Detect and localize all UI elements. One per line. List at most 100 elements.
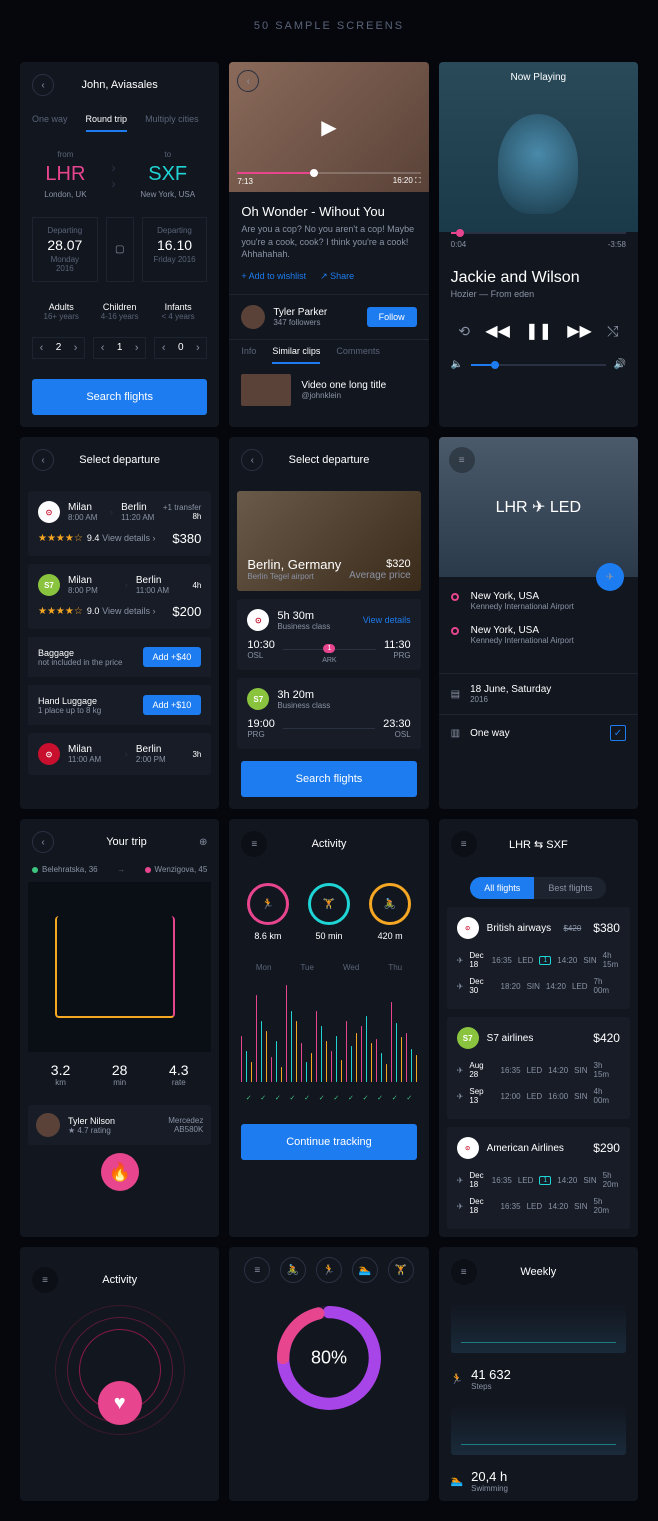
map[interactable] — [28, 882, 211, 1052]
decrement-button[interactable]: ‹ — [33, 338, 50, 358]
wishlist-button[interactable]: + Add to wishlist — [241, 271, 306, 282]
tab-similar[interactable]: Similar clips — [272, 340, 320, 364]
activity-chart — [229, 980, 428, 1090]
repeat-icon[interactable]: ⟲ — [458, 323, 470, 340]
pause-icon[interactable]: ❚❚ — [525, 321, 552, 341]
clip-item[interactable]: Video one long title @johnklein — [229, 364, 428, 416]
destination-address[interactable]: Wenzigova, 45 — [145, 865, 208, 874]
gym-ring[interactable]: 🏋50 min — [308, 883, 350, 941]
share-button[interactable]: ↗ Share — [320, 271, 354, 282]
menu-button[interactable]: ≡ — [244, 1257, 270, 1283]
back-button[interactable]: ‹ — [32, 449, 54, 471]
increment-button[interactable]: › — [128, 338, 145, 358]
author-name: Tyler Parker — [273, 307, 358, 318]
to-column[interactable]: to SXF New York, USA — [140, 150, 195, 199]
trip-type-option[interactable]: ▥ One way ✓ — [439, 714, 638, 751]
tab-roundtrip[interactable]: Round trip — [86, 108, 128, 132]
flight-item[interactable]: ⊙ Milan8:00 AM › Berlin11:20 AM +1 trans… — [28, 491, 211, 556]
run-icon[interactable]: 🏃 — [316, 1257, 342, 1283]
pill-all-flights[interactable]: All flights — [470, 877, 534, 899]
back-button[interactable]: ‹ — [32, 831, 54, 853]
gym-icon[interactable]: 🏋 — [388, 1257, 414, 1283]
continue-tracking-button[interactable]: Continue tracking — [241, 1124, 416, 1160]
tab-comments[interactable]: Comments — [336, 340, 380, 364]
plane-icon: ✈ — [457, 982, 464, 991]
prev-icon[interactable]: ◀◀ — [485, 321, 510, 341]
now-playing-card: Now Playing 0:04 -3:58 Jackie and Wilson… — [439, 62, 638, 427]
flight-item[interactable]: ⊙ Milan11:00 AM › Berlin2:00 PM 3h — [28, 733, 211, 775]
swim-icon[interactable]: 🏊 — [352, 1257, 378, 1283]
volume-slider[interactable] — [471, 364, 605, 366]
search-flights-button[interactable]: Search flights — [32, 379, 207, 415]
tab-info[interactable]: Info — [241, 340, 256, 364]
menu-button[interactable]: ≡ — [241, 831, 267, 857]
follow-button[interactable]: Follow — [367, 307, 417, 327]
weekly-card: ≡ Weekly 🏃 41 632Steps 🏊 20,4 hSwimming — [439, 1247, 638, 1501]
flight-item[interactable]: S7 Milan8:00 PM › Berlin11:00 AM 4h ★★★★… — [28, 564, 211, 629]
infants-stepper: ‹0› — [154, 337, 207, 359]
tab-multi[interactable]: Multiply cities — [145, 108, 199, 132]
increment-button[interactable]: › — [189, 338, 206, 358]
increment-button[interactable]: › — [67, 338, 84, 358]
run-icon: 🏃 — [451, 1374, 463, 1385]
menu-button[interactable]: ≡ — [451, 1259, 477, 1285]
heart-fab[interactable]: ♥ — [98, 1381, 142, 1425]
menu-button[interactable]: ≡ — [449, 447, 475, 473]
search-flights-button[interactable]: Search flights — [241, 761, 416, 797]
fire-fab[interactable]: 🔥 — [101, 1153, 139, 1191]
airline-item[interactable]: ⊙ American Airlines $290 ✈Dec 1816:35LED… — [447, 1127, 630, 1229]
date-option[interactable]: ▤ 18 June, Saturday2016 — [439, 673, 638, 714]
depart-date-1[interactable]: Departing 28.07 Monday 2016 — [32, 217, 98, 282]
decrement-button[interactable]: ‹ — [155, 338, 172, 358]
airline-item[interactable]: ⊙ British airways $420$380 ✈Dec 1816:35L… — [447, 907, 630, 1009]
avatar[interactable] — [241, 305, 265, 329]
plane-fab[interactable]: ✈ — [596, 563, 624, 591]
decrement-button[interactable]: ‹ — [94, 338, 111, 358]
back-button[interactable]: ‹ — [241, 449, 263, 471]
time-elapsed: 7:13 — [237, 177, 253, 186]
pill-best-flights[interactable]: Best flights — [534, 877, 606, 899]
video-player[interactable]: ‹ ▶ 7:13 16:20 ⛶ — [229, 62, 428, 192]
next-icon[interactable]: ▶▶ — [567, 321, 592, 341]
progress-bar[interactable] — [451, 232, 626, 234]
timeline-item[interactable]: New York, USAKennedy International Airpo… — [451, 591, 626, 611]
back-button[interactable]: ‹ — [32, 74, 54, 96]
route-card: ≡ LHR ✈ LED ✈ New York, USAKennedy Inter… — [439, 437, 638, 809]
steps-chart — [451, 1303, 626, 1353]
shuffle-icon[interactable]: ⤭ — [607, 323, 618, 340]
calendar-icon[interactable]: ▢ — [106, 217, 134, 282]
tab-oneway[interactable]: One way — [32, 108, 68, 132]
compass-icon[interactable]: ⊕ — [199, 837, 207, 848]
baggage-addon: Baggagenot included in the price Add +$4… — [28, 637, 211, 677]
view-details-link[interactable]: View details — [363, 615, 411, 625]
airline-logo: S7 — [457, 1027, 479, 1049]
timeline-item[interactable]: New York, USAKennedy International Airpo… — [451, 625, 626, 645]
time-elapsed: 0:04 — [451, 240, 467, 249]
run-ring[interactable]: 🏃8.6 km — [247, 883, 289, 941]
play-icon[interactable]: ▶ — [314, 112, 344, 142]
bike-ring[interactable]: 🚴420 m — [369, 883, 411, 941]
plane-icon: ✈ — [457, 1092, 464, 1101]
add-luggage-button[interactable]: Add +$10 — [143, 695, 202, 715]
swap-icon[interactable]: ›› — [111, 159, 116, 191]
menu-button[interactable]: ≡ — [32, 1267, 58, 1293]
view-details-link[interactable]: View details › — [102, 606, 155, 616]
view-details-link[interactable]: View details › — [102, 533, 155, 543]
flights-list-card: ≡ LHR ⇆ SXF All flights Best flights ⊙ B… — [439, 819, 638, 1237]
airline-item[interactable]: S7 S7 airlines $420 ✈Aug 2816:35LED14:20… — [447, 1017, 630, 1119]
flight-search-card: ‹ John, Aviasales One way Round trip Mul… — [20, 62, 219, 427]
origin-address[interactable]: Belehratska, 36 — [32, 865, 98, 874]
depart-date-2[interactable]: Departing 16.10 Friday 2016 — [142, 217, 208, 282]
bike-icon[interactable]: 🚴 — [280, 1257, 306, 1283]
airline-logo: S7 — [38, 574, 60, 596]
airline-logo: S7 — [247, 688, 269, 710]
checkbox[interactable]: ✓ — [610, 725, 626, 741]
progress-donut: 80% — [274, 1303, 384, 1413]
menu-button[interactable]: ≡ — [451, 831, 477, 857]
time-total: 16:20 ⛶ — [393, 176, 421, 186]
from-column[interactable]: from LHR London, UK — [44, 150, 86, 199]
plane-icon: ✈ — [457, 1176, 464, 1185]
add-baggage-button[interactable]: Add +$40 — [143, 647, 202, 667]
back-button[interactable]: ‹ — [237, 70, 259, 92]
driver-card[interactable]: Tyler Nilson★ 4.7 rating MercedezAB580K — [28, 1105, 211, 1145]
